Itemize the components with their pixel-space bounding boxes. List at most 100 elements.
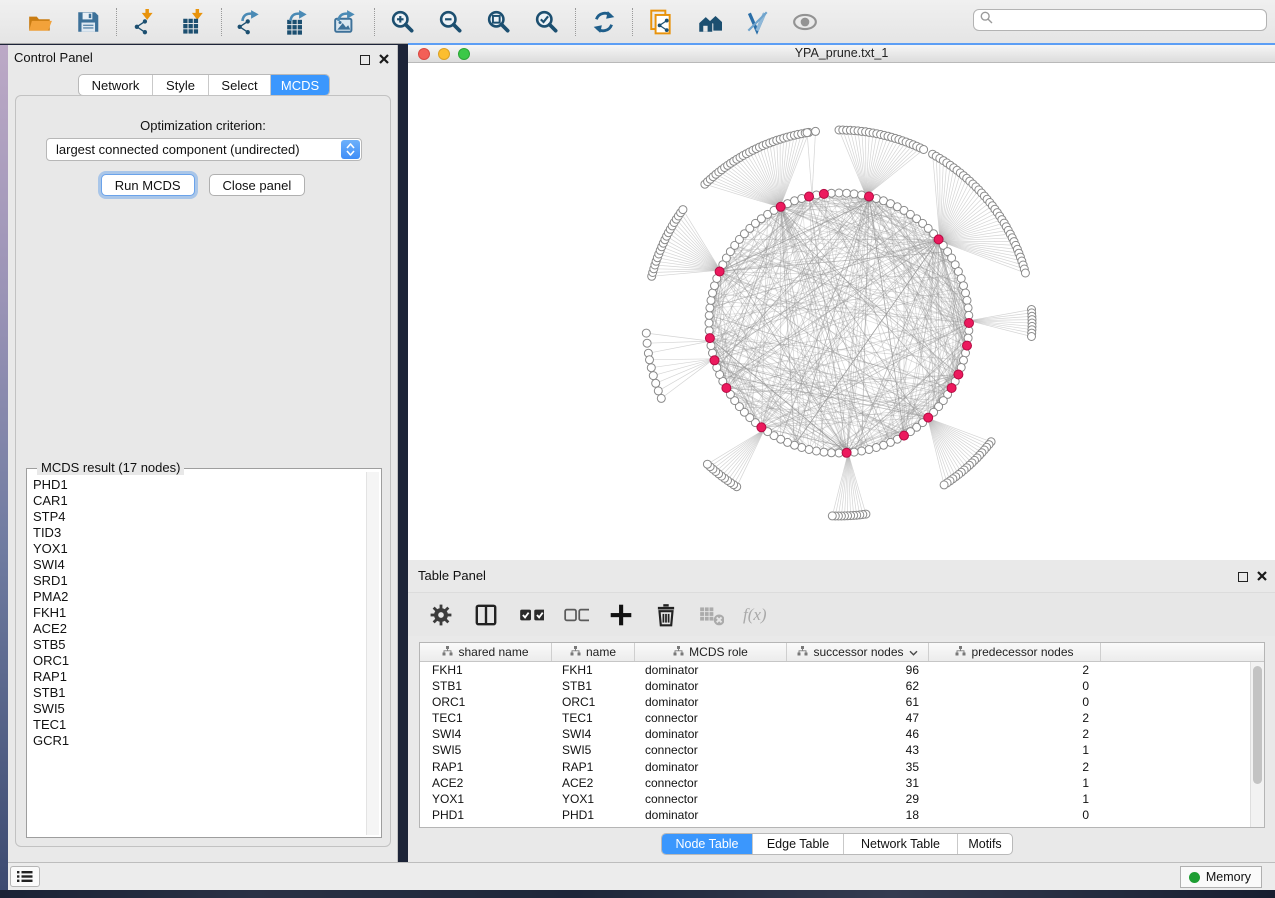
- table-scrollbar[interactable]: [1250, 662, 1264, 827]
- close-panel-icon[interactable]: [379, 51, 389, 69]
- show-columns-icon[interactable]: [473, 602, 499, 628]
- deselect-all-rows-icon[interactable]: [563, 602, 589, 628]
- memory-button[interactable]: Memory: [1180, 866, 1262, 888]
- tab-network-table[interactable]: Network Table: [844, 834, 958, 854]
- cell-predecessor-nodes: 0: [929, 694, 1101, 710]
- run-mcds-button[interactable]: Run MCDS: [101, 174, 195, 196]
- close-table-panel-icon[interactable]: [1257, 568, 1267, 586]
- select-all-rows-icon[interactable]: [518, 602, 544, 628]
- zoom-fit-icon[interactable]: [485, 8, 513, 36]
- table-row[interactable]: ACE2ACE2connector311: [420, 775, 1250, 791]
- maximize-window-icon[interactable]: [458, 48, 470, 60]
- delete-table-icon[interactable]: [698, 602, 724, 628]
- cell-successor-nodes: 35: [787, 759, 929, 775]
- sitemap-icon: [570, 645, 581, 659]
- tab-select[interactable]: Select: [209, 75, 271, 95]
- hide-vizmap-icon[interactable]: [743, 8, 771, 36]
- mcds-result-item[interactable]: YOX1: [28, 541, 365, 557]
- table-header-row: shared namenameMCDS rolesuccessor nodesp…: [420, 643, 1264, 662]
- mcds-result-item[interactable]: TID3: [28, 525, 365, 541]
- table-row[interactable]: ORC1ORC1dominator610: [420, 694, 1250, 710]
- open-folder-icon[interactable]: [26, 8, 54, 36]
- optimization-select[interactable]: largest connected component (undirected): [46, 138, 362, 161]
- tab-network[interactable]: Network: [79, 75, 153, 95]
- table-row[interactable]: RAP1RAP1dominator352: [420, 759, 1250, 775]
- mcds-result-item[interactable]: SWI4: [28, 557, 365, 573]
- mcds-result-item[interactable]: STB5: [28, 637, 365, 653]
- mcds-result-item[interactable]: STB1: [28, 685, 365, 701]
- export-network-icon[interactable]: [236, 8, 264, 36]
- table-row[interactable]: YOX1YOX1connector291: [420, 791, 1250, 807]
- mcds-result-item[interactable]: ACE2: [28, 621, 365, 637]
- mcds-result-item[interactable]: STP4: [28, 509, 365, 525]
- sort-descending-icon: [909, 645, 918, 659]
- search-input[interactable]: [997, 13, 1266, 27]
- delete-selected-rows-icon[interactable]: [653, 602, 679, 628]
- mcds-list-scrollbar[interactable]: [366, 472, 379, 835]
- table-row[interactable]: SWI5SWI5connector431: [420, 742, 1250, 758]
- network-window-title: YPA_prune.txt_1: [408, 45, 1275, 62]
- task-history-button[interactable]: [10, 866, 40, 887]
- mcds-result-item[interactable]: SRD1: [28, 573, 365, 589]
- network-window-titlebar[interactable]: YPA_prune.txt_1: [408, 45, 1275, 63]
- mcds-result-item[interactable]: PHD1: [28, 477, 365, 493]
- first-neighbors-icon[interactable]: [695, 8, 723, 36]
- mcds-result-item[interactable]: SWI5: [28, 701, 365, 717]
- tab-style[interactable]: Style: [153, 75, 209, 95]
- float-table-panel-icon[interactable]: [1238, 572, 1248, 582]
- tab-motifs[interactable]: Motifs: [958, 834, 1012, 854]
- import-table-icon[interactable]: [179, 8, 207, 36]
- column-header-successor-nodes[interactable]: successor nodes: [787, 643, 929, 661]
- table-row[interactable]: PHD1PHD1dominator180: [420, 807, 1250, 823]
- zoom-in-icon[interactable]: [389, 8, 417, 36]
- minimize-window-icon[interactable]: [438, 48, 450, 60]
- mcds-result-item[interactable]: RAP1: [28, 669, 365, 685]
- cell-name: TEC1: [552, 710, 635, 726]
- add-row-icon[interactable]: [608, 602, 634, 628]
- search-box[interactable]: [973, 9, 1267, 31]
- table-row[interactable]: TEC1TEC1connector472: [420, 710, 1250, 726]
- column-header-MCDS-role[interactable]: MCDS role: [635, 643, 787, 661]
- zoom-selected-icon[interactable]: [533, 8, 561, 36]
- table-scrollbar-thumb[interactable]: [1253, 666, 1262, 784]
- mcds-result-item[interactable]: CAR1: [28, 493, 365, 509]
- optimization-selected-value: largest connected component (undirected): [47, 142, 341, 157]
- tab-mcds[interactable]: MCDS: [271, 75, 329, 95]
- table-row[interactable]: STB1STB1dominator620: [420, 678, 1250, 694]
- table-row[interactable]: FKH1FKH1dominator962: [420, 662, 1250, 678]
- save-icon[interactable]: [74, 8, 102, 36]
- column-header-shared-name[interactable]: shared name: [420, 643, 552, 661]
- cell-name: STB1: [552, 678, 635, 694]
- tab-edge-table[interactable]: Edge Table: [753, 834, 844, 854]
- export-table-icon[interactable]: [284, 8, 312, 36]
- refresh-icon[interactable]: [590, 8, 618, 36]
- mcds-result-item[interactable]: TEC1: [28, 717, 365, 733]
- column-header-predecessor-nodes[interactable]: predecessor nodes: [929, 643, 1101, 661]
- zoom-out-icon[interactable]: [437, 8, 465, 36]
- mcds-result-title: MCDS result (17 nodes): [37, 460, 184, 475]
- function-builder-icon[interactable]: f(x): [743, 605, 767, 625]
- column-header-name[interactable]: name: [552, 643, 635, 661]
- mcds-result-item[interactable]: FKH1: [28, 605, 365, 621]
- close-panel-button[interactable]: Close panel: [209, 174, 306, 196]
- network-canvas[interactable]: [408, 64, 1275, 560]
- table-panel-header: Table Panel: [408, 560, 1275, 588]
- network-from-clipboard-icon[interactable]: [647, 8, 675, 36]
- cell-predecessor-nodes: 1: [929, 791, 1101, 807]
- tab-node-table[interactable]: Node Table: [662, 834, 753, 854]
- float-panel-icon[interactable]: [360, 55, 370, 65]
- table-row[interactable]: SWI4SWI4dominator462: [420, 726, 1250, 742]
- control-panel: Control Panel NetworkStyleSelectMCDS Opt…: [8, 45, 398, 862]
- settings-gear-icon[interactable]: [428, 602, 454, 628]
- cell-successor-nodes: 61: [787, 694, 929, 710]
- cell-mcds-role: dominator: [635, 662, 787, 678]
- mcds-result-item[interactable]: PMA2: [28, 589, 365, 605]
- mcds-result-item[interactable]: GCR1: [28, 733, 365, 749]
- network-graph[interactable]: [408, 64, 1275, 560]
- export-image-icon[interactable]: [332, 8, 360, 36]
- close-window-icon[interactable]: [418, 48, 430, 60]
- import-network-icon[interactable]: [131, 8, 159, 36]
- mcds-result-item[interactable]: ORC1: [28, 653, 365, 669]
- cell-mcds-role: dominator: [635, 678, 787, 694]
- visibility-icon[interactable]: [791, 8, 819, 36]
